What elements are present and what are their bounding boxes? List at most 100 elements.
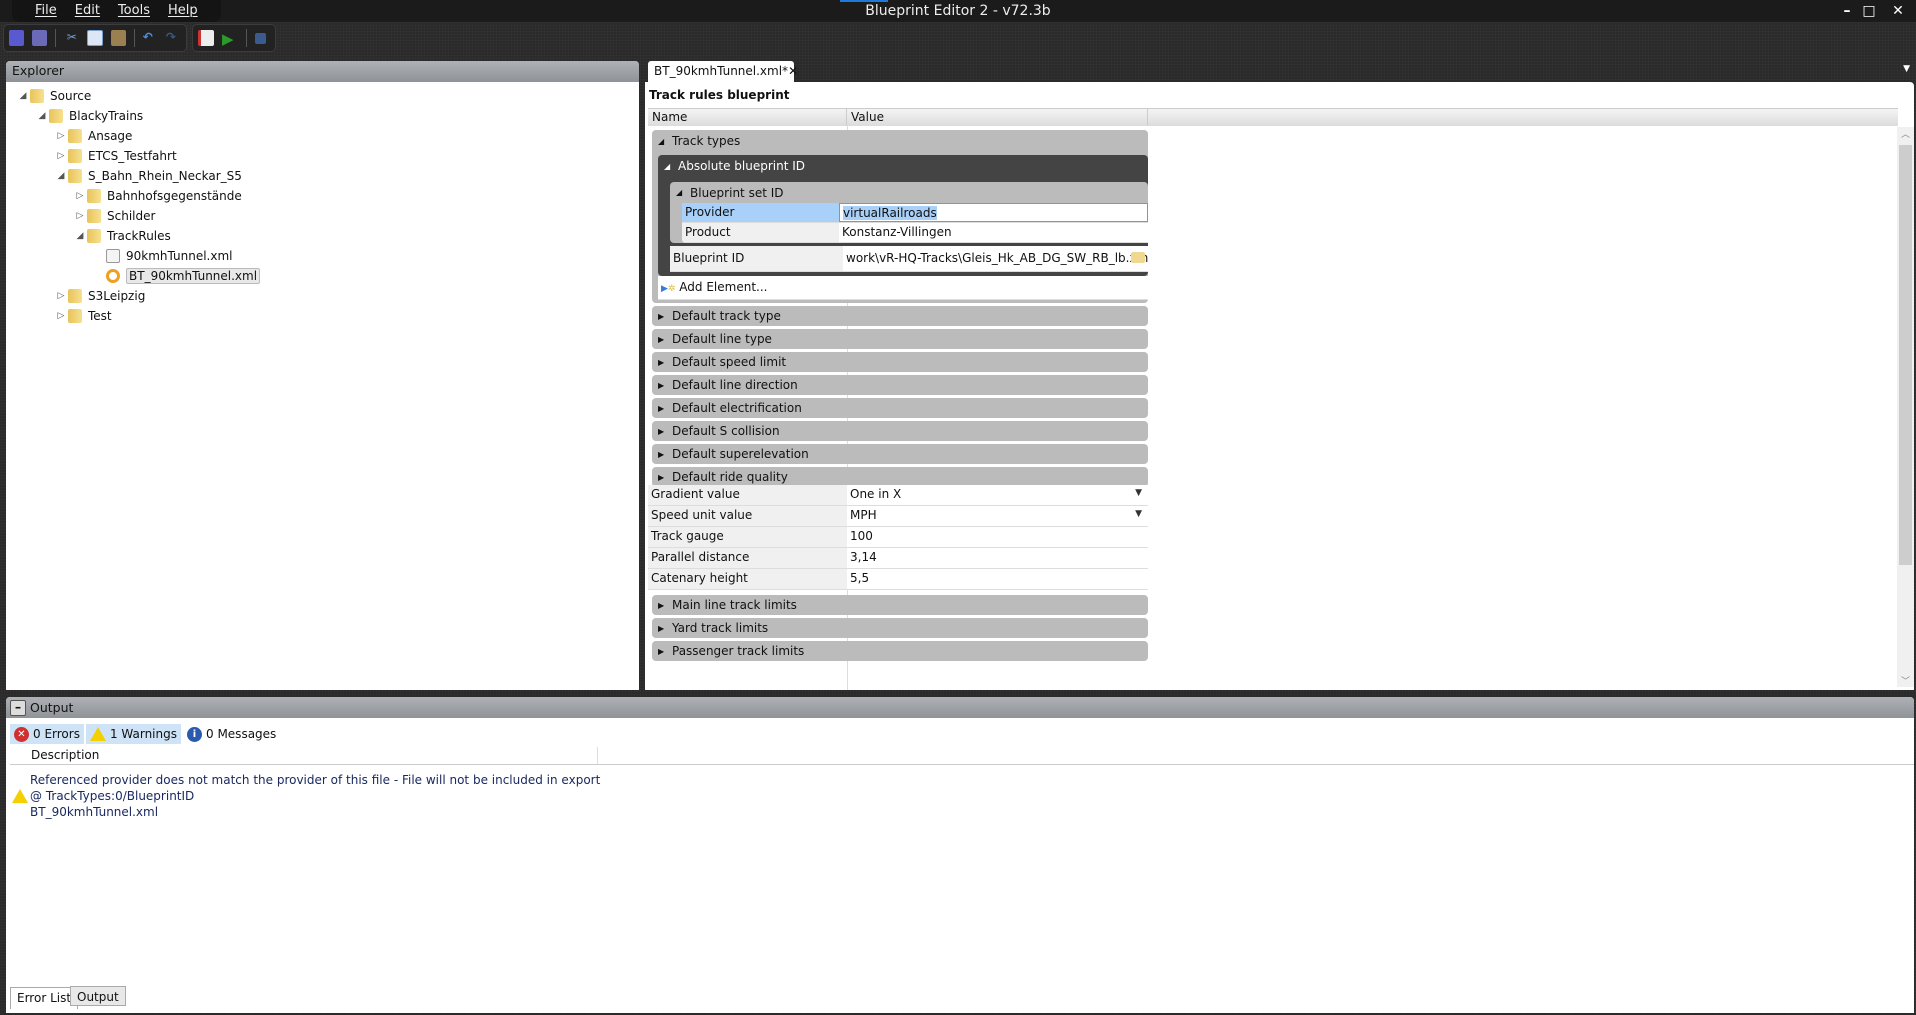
menu-file[interactable]: File [26, 0, 66, 22]
errors-filter[interactable]: ✕ 0 Errors [10, 724, 84, 744]
maximize-button[interactable]: □ [1858, 0, 1880, 22]
property-row[interactable]: Parallel distance 3,14 [648, 548, 1148, 569]
group-header[interactable]: ▶ Default ride quality [652, 467, 1148, 487]
group-header[interactable]: ▶ Default line direction [652, 375, 1148, 395]
copy-icon[interactable] [87, 30, 103, 46]
collapsed-icon[interactable]: ▷ [54, 131, 68, 141]
property-value[interactable]: 100 [847, 527, 1148, 547]
expand-icon[interactable]: ▶ [658, 381, 672, 390]
collapsed-icon[interactable]: ▷ [54, 151, 68, 161]
property-value[interactable]: 3,14 [847, 548, 1148, 568]
expand-icon[interactable]: ▶ [658, 473, 672, 482]
expand-icon[interactable]: ▶ [658, 601, 672, 610]
expand-icon[interactable]: ▶ [658, 312, 672, 321]
tree-item[interactable]: 90kmhTunnel.xml [6, 246, 639, 266]
group-header[interactable]: ◢ Track types [652, 130, 1148, 152]
collapsed-icon[interactable]: ▷ [73, 211, 87, 221]
close-button[interactable]: ✕ [1880, 0, 1916, 22]
tree-item[interactable]: ▷ Bahnhofsgegenstände [6, 186, 639, 206]
group-header[interactable]: ▶ Default line type [652, 329, 1148, 349]
group-header[interactable]: ▶ Passenger track limits [652, 641, 1148, 661]
add-element-row[interactable]: ▶✲ Add Element... [658, 276, 1148, 300]
scroll-down-icon[interactable]: ﹀ [1897, 674, 1914, 687]
group-header[interactable]: ▶ Default superelevation [652, 444, 1148, 464]
expand-icon[interactable]: ▶ [658, 450, 672, 459]
expand-icon[interactable]: ▶ [658, 358, 672, 367]
property-row[interactable]: Gradient value One in X ▼ [648, 485, 1148, 506]
property-blueprint-id[interactable]: Blueprint ID work\vR-HQ-Tracks\Gleis_Hk_… [670, 246, 1148, 272]
group-header[interactable]: ▶ Main line track limits [652, 595, 1148, 615]
group-header[interactable]: ▶ Default electrification [652, 398, 1148, 418]
tree-item[interactable]: BT_90kmhTunnel.xml [6, 266, 639, 286]
expanded-icon[interactable]: ◢ [54, 171, 68, 181]
collapsed-group[interactable]: ▶ Yard track limits [652, 618, 1148, 638]
folder-open-icon[interactable] [1131, 252, 1145, 263]
menu-help[interactable]: Help [159, 0, 207, 22]
collapsed-icon[interactable]: ▷ [54, 311, 68, 321]
dropdown-arrow-icon[interactable]: ▼ [1135, 509, 1142, 519]
property-value[interactable]: 5,5 [847, 569, 1148, 589]
warnings-filter[interactable]: 1 Warnings [85, 724, 181, 744]
group-header[interactable]: ▶ Default speed limit [652, 352, 1148, 372]
property-row[interactable]: Speed unit value MPH ▼ [648, 506, 1148, 527]
save-all-icon[interactable] [32, 30, 48, 46]
menu-edit[interactable]: Edit [66, 0, 109, 22]
expanded-icon[interactable]: ◢ [35, 111, 49, 121]
collapsed-group[interactable]: ▶ Default track type [652, 306, 1148, 326]
column-description[interactable]: Description [28, 747, 598, 764]
collapsed-icon[interactable]: ▷ [54, 291, 68, 301]
property-value[interactable]: One in X ▼ [847, 485, 1148, 505]
tree-item[interactable]: ▷ S3Leipzig [6, 286, 639, 306]
group-header[interactable]: ◢ Absolute blueprint ID [658, 155, 1148, 177]
tab-output[interactable]: Output [70, 986, 126, 1006]
scrollbar-thumb[interactable] [1899, 145, 1912, 565]
tree-item[interactable]: ▷ Schilder [6, 206, 639, 226]
collapsed-group[interactable]: ▶ Default S collision [652, 421, 1148, 441]
scroll-up-icon[interactable]: ︿ [1897, 127, 1914, 140]
expand-icon[interactable]: ▶ [658, 427, 672, 436]
collapse-panel-button[interactable]: – [10, 699, 26, 716]
expanded-icon[interactable]: ◢ [16, 91, 30, 101]
messages-filter[interactable]: i 0 Messages [183, 724, 280, 744]
tab-bt-90kmhtunnel[interactable]: BT_90kmhTunnel.xml* ✕ [648, 61, 798, 83]
undo-icon[interactable]: ↶ [143, 30, 158, 46]
tab-overflow-icon[interactable]: ▼ [1903, 64, 1910, 74]
collapsed-group[interactable]: ▶ Passenger track limits [652, 641, 1148, 661]
property-row[interactable]: Track gauge 100 [648, 527, 1148, 548]
collapsed-group[interactable]: ▶ Default line type [652, 329, 1148, 349]
expand-icon[interactable]: ▶ [658, 335, 672, 344]
stop-icon[interactable] [255, 32, 266, 44]
collapse-icon[interactable]: ◢ [676, 188, 690, 197]
redo-icon[interactable]: ↷ [166, 30, 181, 46]
tree-item[interactable]: ◢ S_Bahn_Rhein_Neckar_S5 [6, 166, 639, 186]
vertical-scrollbar[interactable]: ︿ ﹀ [1897, 127, 1914, 687]
collapsed-group[interactable]: ▶ Default line direction [652, 375, 1148, 395]
collapsed-group[interactable]: ▶ Default speed limit [652, 352, 1148, 372]
group-header[interactable]: ▶ Yard track limits [652, 618, 1148, 638]
run-icon[interactable]: ▶ [222, 30, 238, 48]
group-header[interactable]: ◢ Blueprint set ID [670, 182, 1148, 203]
collapsed-group[interactable]: ▶ Default electrification [652, 398, 1148, 418]
property-provider[interactable]: Provider virtualRailroads [682, 203, 1148, 223]
tree-item[interactable]: ▷ Test [6, 306, 639, 326]
menu-tools[interactable]: Tools [109, 0, 159, 22]
column-name[interactable]: Name [648, 109, 847, 126]
collapsed-group[interactable]: ▶ Default ride quality [652, 467, 1148, 487]
expand-icon[interactable]: ▶ [658, 624, 672, 633]
collapse-icon[interactable]: ◢ [664, 162, 678, 171]
collapse-icon[interactable]: ◢ [658, 137, 672, 146]
property-value[interactable]: work\vR-HQ-Tracks\Gleis_Hk_AB_DG_SW_RB_l… [843, 246, 1148, 271]
property-value[interactable]: Konstanz-Villingen [839, 223, 1148, 242]
property-value[interactable]: MPH ▼ [847, 506, 1148, 526]
collapsed-icon[interactable]: ▷ [73, 191, 87, 201]
column-value[interactable]: Value [847, 109, 1148, 126]
tree-item[interactable]: ▷ ETCS_Testfahrt [6, 146, 639, 166]
tree-item[interactable]: ◢ TrackRules [6, 226, 639, 246]
tab-error-list[interactable]: Error List [10, 987, 79, 1009]
save-icon[interactable] [9, 30, 25, 46]
tree-item[interactable]: ◢ BlackyTrains [6, 106, 639, 126]
paste-icon[interactable] [110, 30, 126, 46]
collapsed-group[interactable]: ▶ Main line track limits [652, 595, 1148, 615]
minimize-button[interactable]: – [1836, 0, 1858, 22]
collapsed-group[interactable]: ▶ Default superelevation [652, 444, 1148, 464]
